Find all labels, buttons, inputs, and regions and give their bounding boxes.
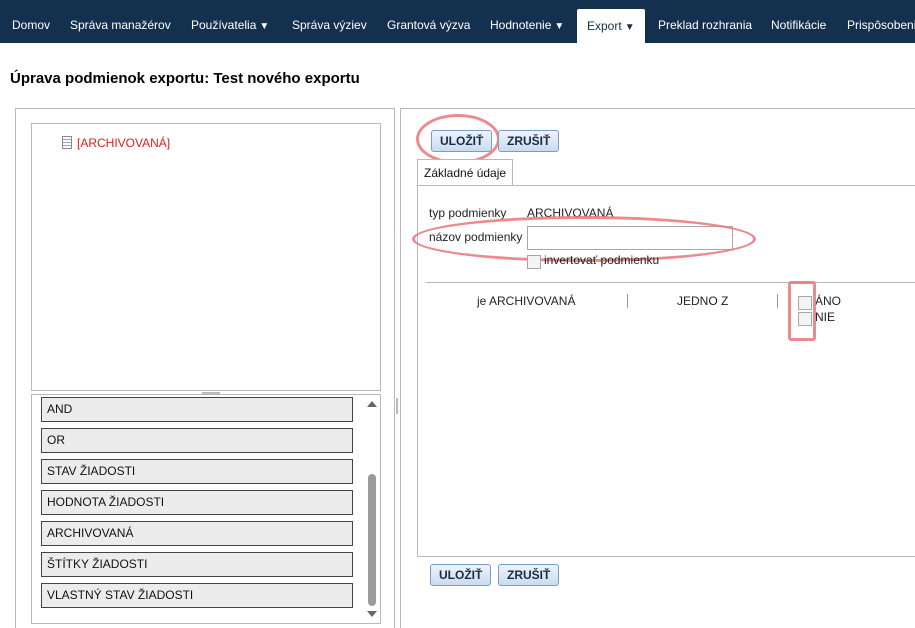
condition-tree: [ARCHIVOVANÁ] [31, 123, 381, 391]
nav-item-label: Správa manažérov [70, 18, 171, 32]
nav-item-sprava-vyziev[interactable]: Správa výziev [292, 0, 367, 43]
option-nie-label: NIE [815, 310, 836, 324]
nav-item-prisposobenie[interactable]: Prispôsobenie [847, 0, 915, 43]
save-button-bottom[interactable]: ULOŽIŤ [430, 564, 492, 586]
operator-item[interactable]: OR [41, 428, 353, 453]
option-ano-label: ÁNO [815, 294, 842, 308]
column-separator [777, 294, 778, 308]
operator-item[interactable]: AND [41, 397, 353, 422]
scroll-down-icon[interactable] [367, 611, 377, 617]
operator-item[interactable]: HODNOTA ŽIADOSTI [41, 490, 353, 515]
invert-condition-checkbox[interactable] [527, 255, 541, 269]
nav-item-notifikacie[interactable]: Notifikácie [771, 0, 826, 43]
vertical-splitter-handle[interactable] [396, 398, 398, 414]
nav-item-label: Hodnotenie [490, 18, 552, 32]
operator-list: AND OR STAV ŽIADOSTI HODNOTA ŽIADOSTI AR… [31, 394, 381, 624]
tab-content: typ podmienky ARCHIVOVANÁ názov podmienk… [412, 185, 915, 557]
nav-item-label: Preklad rozhrania [658, 18, 753, 32]
caret-down-icon: ▼ [259, 21, 270, 32]
nav-item-pouzivatelia[interactable]: Používatelia ▼ [191, 0, 269, 43]
nav-item-label: Export [587, 19, 622, 33]
caret-down-icon: ▼ [624, 22, 635, 33]
nav-item-sprava-manazerov[interactable]: Správa manažérov [70, 0, 171, 43]
nav-item-label: Správa výziev [292, 18, 367, 32]
caret-down-icon: ▼ [554, 21, 565, 32]
highlight-annotation [788, 281, 816, 341]
page-title: Úprava podmienok exportu: Test nového ex… [10, 70, 360, 87]
nav-item-hodnotenie[interactable]: Hodnotenie ▼ [490, 0, 564, 43]
nav-item-label: Používatelia [191, 18, 257, 32]
nav-item-preklad-rozhrania[interactable]: Preklad rozhrania [658, 0, 752, 43]
cancel-button-bottom[interactable]: ZRUŠIŤ [498, 564, 560, 586]
tree-node-archivovana[interactable]: [ARCHIVOVANÁ] [62, 136, 170, 150]
left-panel: [ARCHIVOVANÁ] AND OR STAV ŽIADOSTI HODNO… [15, 108, 395, 628]
document-icon [62, 136, 72, 149]
top-navigation: Domov Správa manažérov Používatelia ▼ Spr… [0, 0, 915, 43]
nav-item-label: Prispôsobenie [847, 18, 915, 32]
scroll-thumb[interactable] [368, 474, 376, 606]
column-separator [627, 294, 628, 308]
right-panel: ULOŽIŤ ZRUŠIŤ Základné údaje typ podmien… [400, 108, 915, 628]
tab-zakladne-udaje[interactable]: Základné údaje [417, 159, 514, 185]
operator-item[interactable]: STAV ŽIADOSTI [41, 459, 353, 484]
invert-condition-label: invertovať podmienku [544, 253, 660, 267]
nav-item-grantova-vyzva[interactable]: Grantová výzva [387, 0, 470, 43]
condition-field: je ARCHIVOVANÁ [477, 294, 576, 308]
nav-item-label: Grantová výzva [387, 18, 471, 32]
condition-operator: JEDNO Z [677, 294, 729, 308]
nav-item-label: Domov [12, 18, 51, 32]
nav-item-domov[interactable]: Domov [12, 0, 50, 43]
divider [426, 282, 915, 283]
type-label: typ podmienky [429, 206, 507, 220]
highlight-annotation [416, 114, 500, 164]
nav-item-label: Notifikácie [771, 18, 827, 32]
nav-item-export[interactable]: Export ▼ [577, 9, 645, 43]
operator-item[interactable]: ŠTÍTKY ŽIADOSTI [41, 552, 353, 577]
cancel-button-top[interactable]: ZRUŠIŤ [498, 130, 560, 152]
scroll-up-icon[interactable] [367, 401, 377, 407]
operator-list-scrollbar[interactable] [366, 399, 378, 621]
tree-node-label: [ARCHIVOVANÁ] [77, 136, 171, 150]
operator-item[interactable]: VLASTNÝ STAV ŽIADOSTI [41, 583, 353, 608]
operator-item[interactable]: ARCHIVOVANÁ [41, 521, 353, 546]
